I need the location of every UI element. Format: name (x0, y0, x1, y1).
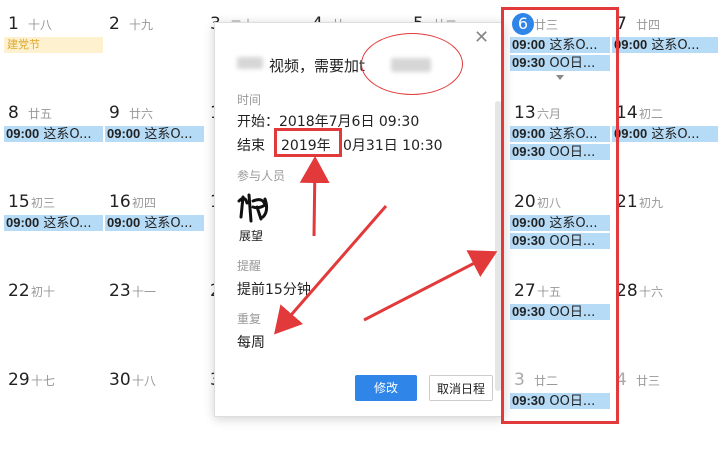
annotation-arrows (274, 156, 498, 335)
arrow-to-column (363, 250, 498, 322)
arrow-to-year (299, 156, 330, 237)
arrow-to-repeat (274, 205, 388, 335)
